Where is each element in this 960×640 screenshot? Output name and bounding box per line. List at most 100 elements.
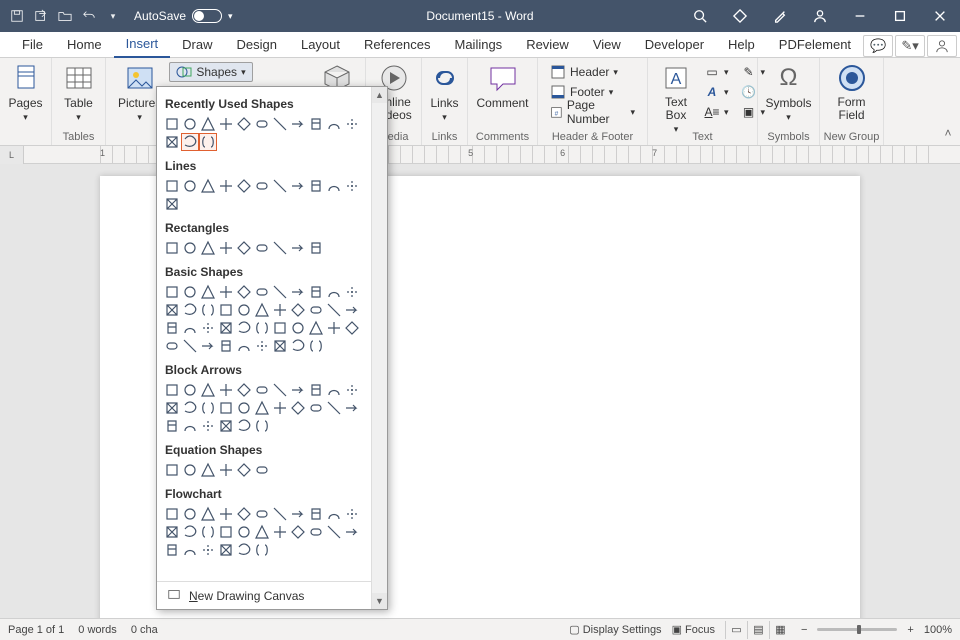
shape-item[interactable] xyxy=(181,319,199,337)
shape-item[interactable] xyxy=(325,177,343,195)
form-field-button[interactable]: Form Field xyxy=(828,60,875,124)
tab-home[interactable]: Home xyxy=(55,33,114,57)
undo-icon[interactable] xyxy=(82,9,96,23)
shape-item[interactable] xyxy=(199,417,217,435)
shape-item[interactable] xyxy=(181,301,199,319)
quick-parts-button[interactable]: ▭▾ xyxy=(700,62,733,82)
shape-item[interactable] xyxy=(325,283,343,301)
minimize-button[interactable] xyxy=(840,0,880,32)
tab-draw[interactable]: Draw xyxy=(170,33,224,57)
shape-item[interactable] xyxy=(217,337,235,355)
close-button[interactable] xyxy=(920,0,960,32)
shape-item[interactable] xyxy=(235,417,253,435)
shape-item[interactable] xyxy=(289,319,307,337)
print-layout-button[interactable]: ▤ xyxy=(747,621,769,639)
shape-item[interactable] xyxy=(217,301,235,319)
shape-item[interactable] xyxy=(343,177,361,195)
shape-item[interactable] xyxy=(253,301,271,319)
shape-item[interactable] xyxy=(217,461,235,479)
shape-item[interactable] xyxy=(217,177,235,195)
shape-item[interactable] xyxy=(181,115,199,133)
read-mode-button[interactable]: ▭ xyxy=(725,621,747,639)
shape-item[interactable] xyxy=(199,399,217,417)
focus-button[interactable]: ▣ Focus xyxy=(672,623,715,636)
open-icon[interactable] xyxy=(58,9,72,23)
shape-item[interactable] xyxy=(307,177,325,195)
shape-item[interactable] xyxy=(181,177,199,195)
shape-item[interactable] xyxy=(307,505,325,523)
shape-item[interactable] xyxy=(253,239,271,257)
shape-item[interactable] xyxy=(181,133,199,151)
tab-view[interactable]: View xyxy=(581,33,633,57)
tab-insert[interactable]: Insert xyxy=(114,32,171,58)
shape-item[interactable] xyxy=(325,505,343,523)
shape-item[interactable] xyxy=(199,461,217,479)
shape-item[interactable] xyxy=(253,177,271,195)
shape-item[interactable] xyxy=(163,283,181,301)
shape-item[interactable] xyxy=(199,541,217,559)
shape-item[interactable] xyxy=(289,399,307,417)
shape-item[interactable] xyxy=(235,177,253,195)
shape-item[interactable] xyxy=(217,417,235,435)
scroll-up-icon[interactable]: ▲ xyxy=(372,87,387,103)
shape-item[interactable] xyxy=(217,115,235,133)
shape-item[interactable] xyxy=(163,115,181,133)
shape-item[interactable] xyxy=(307,115,325,133)
shape-item[interactable] xyxy=(271,523,289,541)
shape-item[interactable] xyxy=(181,381,199,399)
save-icon[interactable] xyxy=(10,9,24,23)
shape-item[interactable] xyxy=(163,195,181,213)
shape-item[interactable] xyxy=(163,417,181,435)
shape-item[interactable] xyxy=(343,319,361,337)
shape-item[interactable] xyxy=(253,283,271,301)
shape-item[interactable] xyxy=(199,523,217,541)
shape-item[interactable] xyxy=(199,337,217,355)
shape-item[interactable] xyxy=(235,283,253,301)
shape-item[interactable] xyxy=(163,541,181,559)
shape-item[interactable] xyxy=(271,337,289,355)
shape-item[interactable] xyxy=(289,505,307,523)
shape-item[interactable] xyxy=(325,399,343,417)
tab-mailings[interactable]: Mailings xyxy=(443,33,515,57)
export-icon[interactable] xyxy=(34,9,48,23)
shape-item[interactable] xyxy=(199,301,217,319)
text-box-button[interactable]: A Text Box▾ xyxy=(656,60,696,137)
shape-item[interactable] xyxy=(217,239,235,257)
shape-item[interactable] xyxy=(181,417,199,435)
shape-item[interactable] xyxy=(271,283,289,301)
status-words[interactable]: 0 words xyxy=(78,624,117,636)
comments-pane-button[interactable]: 💬 xyxy=(863,35,893,57)
shape-item[interactable] xyxy=(163,381,181,399)
wordart-button[interactable]: A▾ xyxy=(700,82,733,102)
shape-item[interactable] xyxy=(289,239,307,257)
tab-review[interactable]: Review xyxy=(514,33,581,57)
shape-item[interactable] xyxy=(253,505,271,523)
shape-item[interactable] xyxy=(307,239,325,257)
shape-item[interactable] xyxy=(217,523,235,541)
shape-item[interactable] xyxy=(199,505,217,523)
shape-item[interactable] xyxy=(199,115,217,133)
shape-item[interactable] xyxy=(181,399,199,417)
tab-pdfelement[interactable]: PDFelement xyxy=(767,33,863,57)
shape-item[interactable] xyxy=(343,505,361,523)
shape-item[interactable] xyxy=(217,381,235,399)
shape-item[interactable] xyxy=(199,177,217,195)
shape-item[interactable] xyxy=(181,523,199,541)
tab-design[interactable]: Design xyxy=(225,33,289,57)
shape-item[interactable] xyxy=(253,541,271,559)
tab-layout[interactable]: Layout xyxy=(289,33,352,57)
shape-item[interactable] xyxy=(289,177,307,195)
pages-button[interactable]: Pages▾ xyxy=(4,60,46,125)
shape-item[interactable] xyxy=(199,239,217,257)
shape-item[interactable] xyxy=(163,461,181,479)
zoom-out-button[interactable]: − xyxy=(801,624,807,636)
shape-item[interactable] xyxy=(325,115,343,133)
tab-developer[interactable]: Developer xyxy=(633,33,716,57)
shape-item[interactable] xyxy=(181,505,199,523)
tab-references[interactable]: References xyxy=(352,33,442,57)
maximize-button[interactable] xyxy=(880,0,920,32)
share-button[interactable] xyxy=(927,35,957,57)
shape-item[interactable] xyxy=(253,417,271,435)
shape-item[interactable] xyxy=(307,337,325,355)
zoom-slider[interactable] xyxy=(817,628,897,631)
